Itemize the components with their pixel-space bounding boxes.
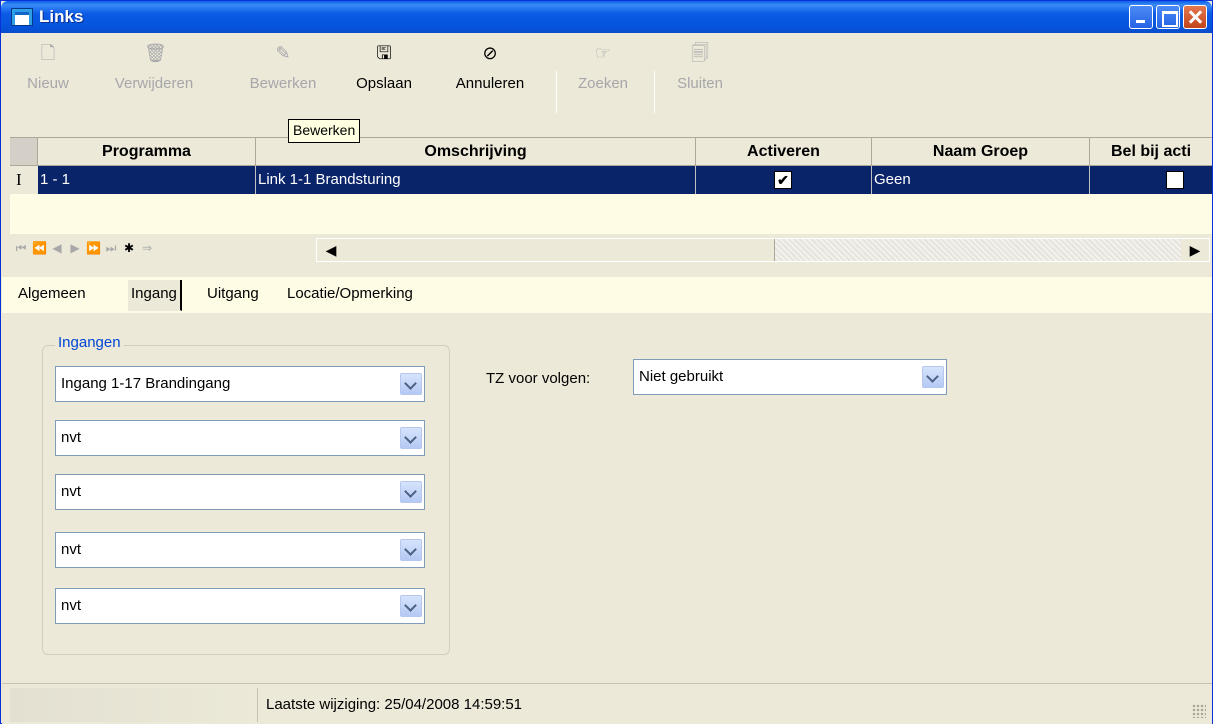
links-grid: Programma Omschrijving Activeren Naam Gr… [10,137,1212,264]
ingangen-group: Ingangen Ingang 1-17 Brandingang nvt nvt… [42,334,450,655]
tab-uitgang[interactable]: Uitgang [207,285,259,302]
bel-checkbox[interactable] [1166,171,1184,189]
resize-grip-icon[interactable] [1192,704,1206,718]
ingang-select-5[interactable]: nvt [55,588,425,624]
cancel-icon: ⊘ [482,43,498,63]
toolbar-separator [654,71,655,113]
search-button[interactable]: ☞ Zoeken [570,43,636,123]
status-bar: Laatste wijziging: 25/04/2008 14:59:51 [2,683,1212,724]
next-page-icon[interactable]: ⏩ [86,238,101,258]
tz-label: TZ voor volgen: [486,370,591,387]
close-document-icon: 🗐 [691,43,709,63]
ingangen-label: Ingangen [55,334,124,351]
title-bar[interactable]: Links [1,1,1212,33]
app-icon [11,8,33,26]
close-window-button[interactable] [1183,5,1207,29]
chevron-down-icon[interactable] [922,366,944,388]
delete-button[interactable]: 🗑 Verwijderen [92,43,216,123]
chevron-down-icon[interactable] [400,595,422,617]
scroll-left-icon[interactable]: ◀ [317,239,345,261]
cell-programma[interactable]: 1 - 1 [38,166,256,194]
last-record-icon[interactable]: ⏭ [104,238,118,258]
tz-select[interactable]: Niet gebruikt [633,359,947,395]
grid-header: Programma Omschrijving Activeren Naam Gr… [10,138,1212,166]
close-button[interactable]: 🗐 Sluiten [666,43,734,123]
column-header-naam-groep[interactable]: Naam Groep [872,138,1090,166]
maximize-button[interactable] [1156,5,1180,29]
ingang-select-1[interactable]: Ingang 1-17 Brandingang [55,366,425,402]
previous-page-icon[interactable]: ⏪ [32,238,47,258]
new-document-icon: 🗋 [40,43,56,63]
search-icon: ☞ [594,43,612,63]
new-record-arrow-icon[interactable]: ⇒ [140,238,154,258]
cell-bel[interactable] [1090,166,1212,194]
new-button[interactable]: 🗋 Nieuw [20,43,76,123]
chevron-down-icon[interactable] [400,427,422,449]
ingang-select-3[interactable]: nvt [55,474,425,510]
cell-omschrijving[interactable]: Link 1-1 Brandsturing [256,166,696,194]
chevron-down-icon[interactable] [400,481,422,503]
horizontal-scrollbar[interactable]: ◀ ▶ [316,238,1210,262]
ingang-panel: Ingangen Ingang 1-17 Brandingang nvt nvt… [2,313,1212,683]
table-row[interactable]: 1 - 1 Link 1-1 Brandsturing ✔ Geen [38,166,1212,194]
ingang-select-4[interactable]: nvt [55,532,425,568]
last-change-text: Laatste wijziging: 25/04/2008 14:59:51 [266,696,523,713]
toolbar-separator [556,71,557,113]
chevron-down-icon[interactable] [400,539,422,561]
previous-record-icon[interactable]: ◀ [50,238,64,258]
next-record-icon[interactable]: ▶ [68,238,82,258]
window-title: Links [39,7,84,26]
record-navigator: ⏮ ⏪ ◀ ▶ ⏩ ⏭ ✱ ⇒ ◀ ▶ [10,234,1212,264]
toolbar: 🗋 Nieuw 🗑 Verwijderen ✎ Bewerken 🖫 Opsla… [2,33,1212,132]
column-header-programma[interactable]: Programma [38,138,256,166]
delete-icon: 🗑 [144,43,167,63]
chevron-down-icon[interactable] [400,373,422,395]
links-window: Links 🗋 Nieuw 🗑 Verwijderen ✎ Bewerken 🖫… [0,0,1213,724]
ingang-select-2[interactable]: nvt [55,420,425,456]
scroll-right-icon[interactable]: ▶ [1181,239,1209,261]
scrollbar-thumb[interactable] [345,239,775,261]
minimize-button[interactable] [1129,5,1153,29]
status-panel [10,688,258,722]
cancel-button[interactable]: ⊘ Annuleren [444,43,536,123]
new-record-icon[interactable]: ✱ [122,238,136,258]
tab-ingang[interactable]: Ingang [128,280,182,311]
row-indicator: I [10,166,38,194]
tab-bar: Algemeen Ingang Uitgang Locatie/Opmerkin… [2,277,1212,313]
save-button[interactable]: 🖫 Opslaan [347,43,421,123]
first-record-icon[interactable]: ⏮ [14,238,28,258]
grid-corner [10,138,38,166]
cell-activeren[interactable]: ✔ [696,166,872,194]
tab-locatie-opmerking[interactable]: Locatie/Opmerking [287,285,413,302]
activeren-checkbox[interactable]: ✔ [774,171,792,189]
cell-naam-groep[interactable]: Geen [872,166,1090,194]
edit-icon: ✎ [275,43,291,63]
tab-algemeen[interactable]: Algemeen [18,285,86,302]
tooltip: Bewerken [288,119,361,143]
column-header-bel[interactable]: Bel bij acti [1090,138,1212,166]
column-header-activeren[interactable]: Activeren [696,138,872,166]
edit-button[interactable]: ✎ Bewerken [238,43,328,123]
save-icon: 🖫 [376,43,392,63]
